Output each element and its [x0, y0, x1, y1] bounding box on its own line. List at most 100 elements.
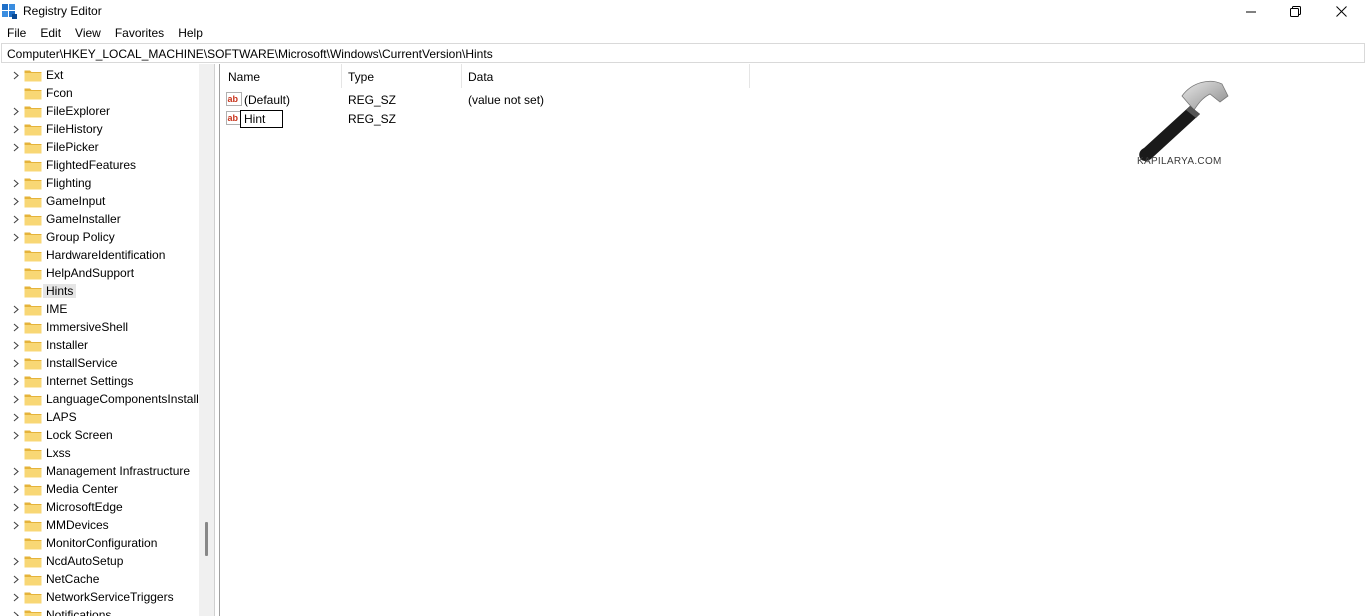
tree-item-filepicker[interactable]: FilePicker: [0, 138, 200, 156]
chevron-right-icon[interactable]: [12, 215, 20, 224]
chevron-right-icon[interactable]: [12, 575, 20, 584]
tree-item-lock-screen[interactable]: Lock Screen: [0, 426, 200, 444]
tree-item-media-center[interactable]: Media Center: [0, 480, 200, 498]
tree-item-group-policy[interactable]: Group Policy: [0, 228, 200, 246]
tree-item-filehistory[interactable]: FileHistory: [0, 120, 200, 138]
tree-item-networkservicetriggers[interactable]: NetworkServiceTriggers: [0, 588, 200, 606]
tree-item-ime[interactable]: IME: [0, 300, 200, 318]
tree-item-helpandsupport[interactable]: HelpAndSupport: [0, 264, 200, 282]
tree-item-monitorconfiguration[interactable]: MonitorConfiguration: [0, 534, 200, 552]
folder-icon: [24, 88, 42, 100]
column-data-header[interactable]: Data: [460, 64, 750, 88]
chevron-right-icon[interactable]: [12, 503, 20, 512]
folder-icon: [24, 592, 42, 604]
chevron-right-icon[interactable]: [12, 179, 20, 188]
tree-item-hardwareidentification[interactable]: HardwareIdentification: [0, 246, 200, 264]
tree-item-label: Notifications: [46, 608, 112, 616]
tree-item-netcache[interactable]: NetCache: [0, 570, 200, 588]
tree-item-immersiveshell[interactable]: ImmersiveShell: [0, 318, 200, 336]
column-name-header[interactable]: Name: [220, 64, 342, 88]
tree-item-notifications[interactable]: Notifications: [0, 606, 200, 616]
tree-scrollbar-thumb[interactable]: [205, 522, 208, 556]
chevron-right-icon[interactable]: [12, 71, 20, 80]
chevron-right-icon[interactable]: [12, 341, 20, 350]
tree-item-label: GameInstaller: [46, 212, 121, 226]
chevron-right-icon[interactable]: [12, 521, 20, 530]
folder-icon: [24, 214, 42, 226]
tree-item-label: NetworkServiceTriggers: [46, 590, 174, 604]
folder-icon: [24, 286, 42, 298]
value-row-hint[interactable]: ab REG_SZ: [220, 109, 750, 128]
folder-icon: [24, 250, 42, 262]
restore-icon: [1289, 6, 1301, 17]
column-type-header[interactable]: Type: [340, 64, 462, 88]
chevron-right-icon[interactable]: [12, 413, 20, 422]
chevron-right-icon[interactable]: [12, 359, 20, 368]
menu-edit[interactable]: Edit: [33, 23, 68, 42]
tree-item-installer[interactable]: Installer: [0, 336, 200, 354]
chevron-right-icon[interactable]: [12, 197, 20, 206]
minimize-button[interactable]: [1228, 0, 1274, 23]
chevron-right-icon[interactable]: [12, 143, 20, 152]
tree-item-gameinstaller[interactable]: GameInstaller: [0, 210, 200, 228]
value-type: REG_SZ: [348, 112, 397, 126]
folder-icon: [24, 412, 42, 424]
chevron-right-icon[interactable]: [12, 107, 20, 116]
restore-button[interactable]: [1272, 0, 1318, 23]
svg-text:ab: ab: [228, 94, 239, 104]
tree-item-laps[interactable]: LAPS: [0, 408, 200, 426]
chevron-right-icon[interactable]: [12, 557, 20, 566]
tree-item-flighting[interactable]: Flighting: [0, 174, 200, 192]
tree-item-hints[interactable]: Hints: [0, 282, 200, 300]
svg-text:ab: ab: [228, 113, 239, 123]
chevron-right-icon[interactable]: [12, 395, 20, 404]
chevron-right-icon[interactable]: [12, 323, 20, 332]
tree-item-label: MicrosoftEdge: [46, 500, 123, 514]
rename-value-input[interactable]: [240, 110, 283, 128]
chevron-right-icon[interactable]: [12, 467, 20, 476]
menu-favorites[interactable]: Favorites: [108, 23, 171, 42]
address-bar[interactable]: Computer\HKEY_LOCAL_MACHINE\SOFTWARE\Mic…: [1, 43, 1365, 63]
chevron-right-icon[interactable]: [12, 611, 20, 616]
tree-item-mmdevices[interactable]: MMDevices: [0, 516, 200, 534]
tree-item-label: InstallService: [46, 356, 118, 370]
tree-item-ncdautosetup[interactable]: NcdAutoSetup: [0, 552, 200, 570]
chevron-right-icon[interactable]: [12, 485, 20, 494]
tree-item-label: ImmersiveShell: [46, 320, 129, 334]
chevron-right-icon[interactable]: [12, 305, 20, 314]
tree-item-flightedfeatures[interactable]: FlightedFeatures: [0, 156, 200, 174]
chevron-right-icon[interactable]: [12, 233, 20, 242]
tree-item-lxss[interactable]: Lxss: [0, 444, 200, 462]
tree-item-label: FileExplorer: [46, 104, 111, 118]
chevron-right-icon[interactable]: [12, 431, 20, 440]
value-row-default[interactable]: ab (Default) REG_SZ (value not set): [220, 90, 750, 109]
chevron-right-icon[interactable]: [12, 125, 20, 134]
registry-key-tree[interactable]: Ext Fcon FileExplorer FileHistory FilePicker…: [0, 64, 217, 616]
tree-item-languagecomponentsinstall[interactable]: LanguageComponentsInstall: [0, 390, 200, 408]
menu-view[interactable]: View: [68, 23, 108, 42]
folder-icon: [24, 502, 42, 514]
tree-item-microsoftedge[interactable]: MicrosoftEdge: [0, 498, 200, 516]
tree-item-label: Installer: [46, 338, 89, 352]
tree-item-gameinput[interactable]: GameInput: [0, 192, 200, 210]
folder-icon: [24, 358, 42, 370]
tree-item-label: FlightedFeatures: [46, 158, 137, 172]
menu-help[interactable]: Help: [171, 23, 210, 42]
tree-item-fcon[interactable]: Fcon: [0, 84, 200, 102]
title-bar: Registry Editor: [0, 0, 1366, 23]
folder-icon: [24, 304, 42, 316]
tree-item-label: Lxss: [46, 446, 71, 460]
folder-icon: [24, 322, 42, 334]
tree-item-management-infrastructure[interactable]: Management Infrastructure: [0, 462, 200, 480]
tree-item-installservice[interactable]: InstallService: [0, 354, 200, 372]
watermark-text: KAPILARYA.COM: [1137, 156, 1222, 167]
menu-file[interactable]: File: [0, 23, 33, 42]
close-button[interactable]: [1318, 0, 1364, 23]
tree-item-ext[interactable]: Ext: [0, 66, 200, 84]
chevron-right-icon[interactable]: [12, 377, 20, 386]
folder-icon: [24, 466, 42, 478]
chevron-right-icon[interactable]: [12, 593, 20, 602]
tree-item-internet-settings[interactable]: Internet Settings: [0, 372, 200, 390]
tree-item-label: HelpAndSupport: [46, 266, 135, 280]
tree-item-fileexplorer[interactable]: FileExplorer: [0, 102, 200, 120]
